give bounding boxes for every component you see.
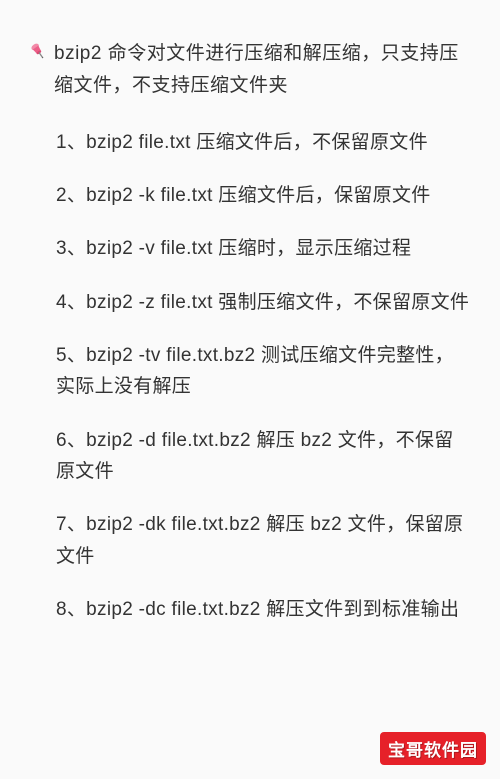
- intro-block: bzip2 命令对文件进行压缩和解压缩，只支持压缩文件，不支持压缩文件夹: [28, 38, 472, 103]
- document-content: bzip2 命令对文件进行压缩和解压缩，只支持压缩文件，不支持压缩文件夹 1、b…: [0, 0, 500, 675]
- intro-text: bzip2 命令对文件进行压缩和解压缩，只支持压缩文件，不支持压缩文件夹: [54, 38, 472, 103]
- list-item: 7、bzip2 -dk file.txt.bz2 解压 bz2 文件，保留原文件: [56, 509, 472, 572]
- list-item: 8、bzip2 -dc file.txt.bz2 解压文件到到标准输出: [56, 594, 472, 625]
- list-item: 6、bzip2 -d file.txt.bz2 解压 bz2 文件，不保留原文件: [56, 425, 472, 488]
- list-item: 1、bzip2 file.txt 压缩文件后，不保留原文件: [56, 127, 472, 158]
- list-item: 3、bzip2 -v file.txt 压缩时，显示压缩过程: [56, 233, 472, 264]
- list-item: 2、bzip2 -k file.txt 压缩文件后，保留原文件: [56, 180, 472, 211]
- list-item: 4、bzip2 -z file.txt 强制压缩文件，不保留原文件: [56, 287, 472, 318]
- watermark-badge: 宝哥软件园: [380, 732, 486, 765]
- pushpin-icon: [28, 41, 48, 61]
- list-item: 5、bzip2 -tv file.txt.bz2 测试压缩文件完整性，实际上没有…: [56, 340, 472, 403]
- command-list: 1、bzip2 file.txt 压缩文件后，不保留原文件 2、bzip2 -k…: [28, 127, 472, 626]
